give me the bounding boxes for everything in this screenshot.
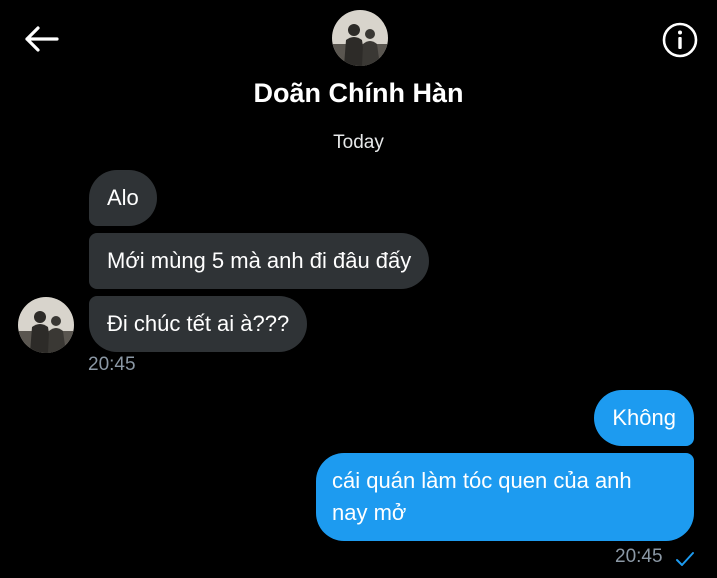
avatar-image (18, 297, 74, 353)
incoming-message[interactable]: Đi chúc tết ai à??? (89, 296, 308, 352)
incoming-message[interactable]: Mới mùng 5 mà anh đi đâu đấy (89, 233, 430, 289)
avatar-image (332, 10, 388, 66)
outgoing-message[interactable]: Không (594, 390, 694, 446)
info-button[interactable] (660, 20, 700, 60)
back-button[interactable] (20, 22, 62, 56)
contact-name[interactable]: Doãn Chính Hàn (0, 78, 717, 109)
incoming-message[interactable]: Alo (89, 170, 157, 226)
back-arrow-icon (25, 26, 59, 52)
check-icon (676, 552, 694, 566)
sender-avatar[interactable] (18, 297, 74, 353)
message-timestamp: 20:45 (615, 546, 663, 567)
outgoing-message[interactable]: cái quán làm tóc quen của anh nay mở (316, 453, 694, 541)
contact-avatar[interactable] (332, 10, 388, 66)
date-separator: Today (333, 132, 384, 153)
message-timestamp: 20:45 (88, 354, 136, 375)
info-icon (662, 22, 698, 58)
